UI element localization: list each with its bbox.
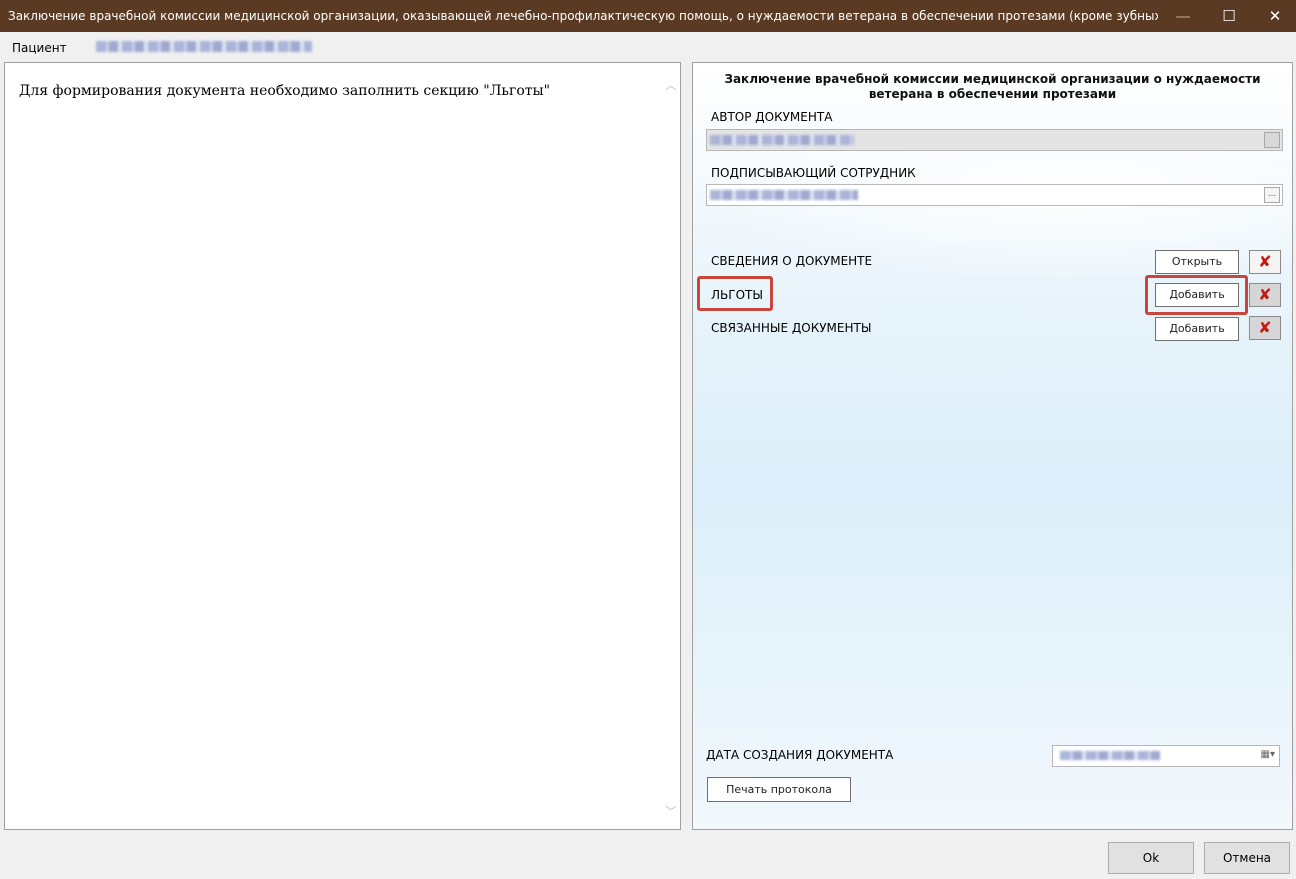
print-protocol-button[interactable]: Печать протокола [707,777,851,802]
scroll-up-icon[interactable]: ︿ [664,77,678,92]
title-bar: Заключение врачебной комиссии медицинско… [0,0,1296,32]
signer-label: ПОДПИСЫВАЮЩИЙ СОТРУДНИК [711,166,916,180]
dialog-footer [0,834,1296,879]
add-benefits-button[interactable]: Добавить [1155,283,1239,307]
creation-date-label: ДАТА СОЗДАНИЯ ДОКУМЕНТА [706,748,894,762]
minimize-button[interactable]: — [1160,0,1206,32]
scroll-down-icon[interactable]: ﹀ [664,803,678,818]
delete-document-info-icon[interactable]: ✘ [1249,250,1281,274]
maximize-button[interactable]: ☐ [1206,0,1252,32]
document-preview-panel: Для формирования документа необходимо за… [4,62,681,830]
patient-name-redacted [96,41,312,52]
delete-benefits-icon[interactable]: ✘ [1249,283,1281,307]
window-title: Заключение врачебной комиссии медицинско… [8,9,1158,23]
author-name-redacted [710,135,854,145]
delete-linked-documents-icon[interactable]: ✘ [1249,316,1281,340]
open-document-info-button[interactable]: Открыть [1155,250,1239,274]
author-field-button[interactable] [1264,132,1280,148]
add-linked-documents-button[interactable]: Добавить [1155,317,1239,341]
section-label-linked-documents: СВЯЗАННЫЕ ДОКУМЕНТЫ [711,321,872,335]
document-title: Заключение врачебной комиссии медицинско… [724,72,1261,101]
section-label-benefits: ЛЬГОТЫ [711,288,763,302]
section-label-document-info: СВЕДЕНИЯ О ДОКУМЕНТЕ [711,254,873,268]
author-label: АВТОР ДОКУМЕНТА [711,110,833,124]
preview-message: Для формирования документа необходимо за… [19,83,551,99]
ok-button[interactable]: Ok [1108,842,1194,874]
cancel-button[interactable]: Отмена [1204,842,1290,874]
signer-browse-button[interactable]: ... [1264,187,1280,203]
creation-date-redacted [1060,751,1160,760]
signer-name-redacted [710,190,858,200]
close-button[interactable]: ✕ [1252,0,1296,32]
calendar-dropdown-icon[interactable]: ▦▾ [1261,749,1275,760]
patient-label: Пациент [12,41,67,55]
